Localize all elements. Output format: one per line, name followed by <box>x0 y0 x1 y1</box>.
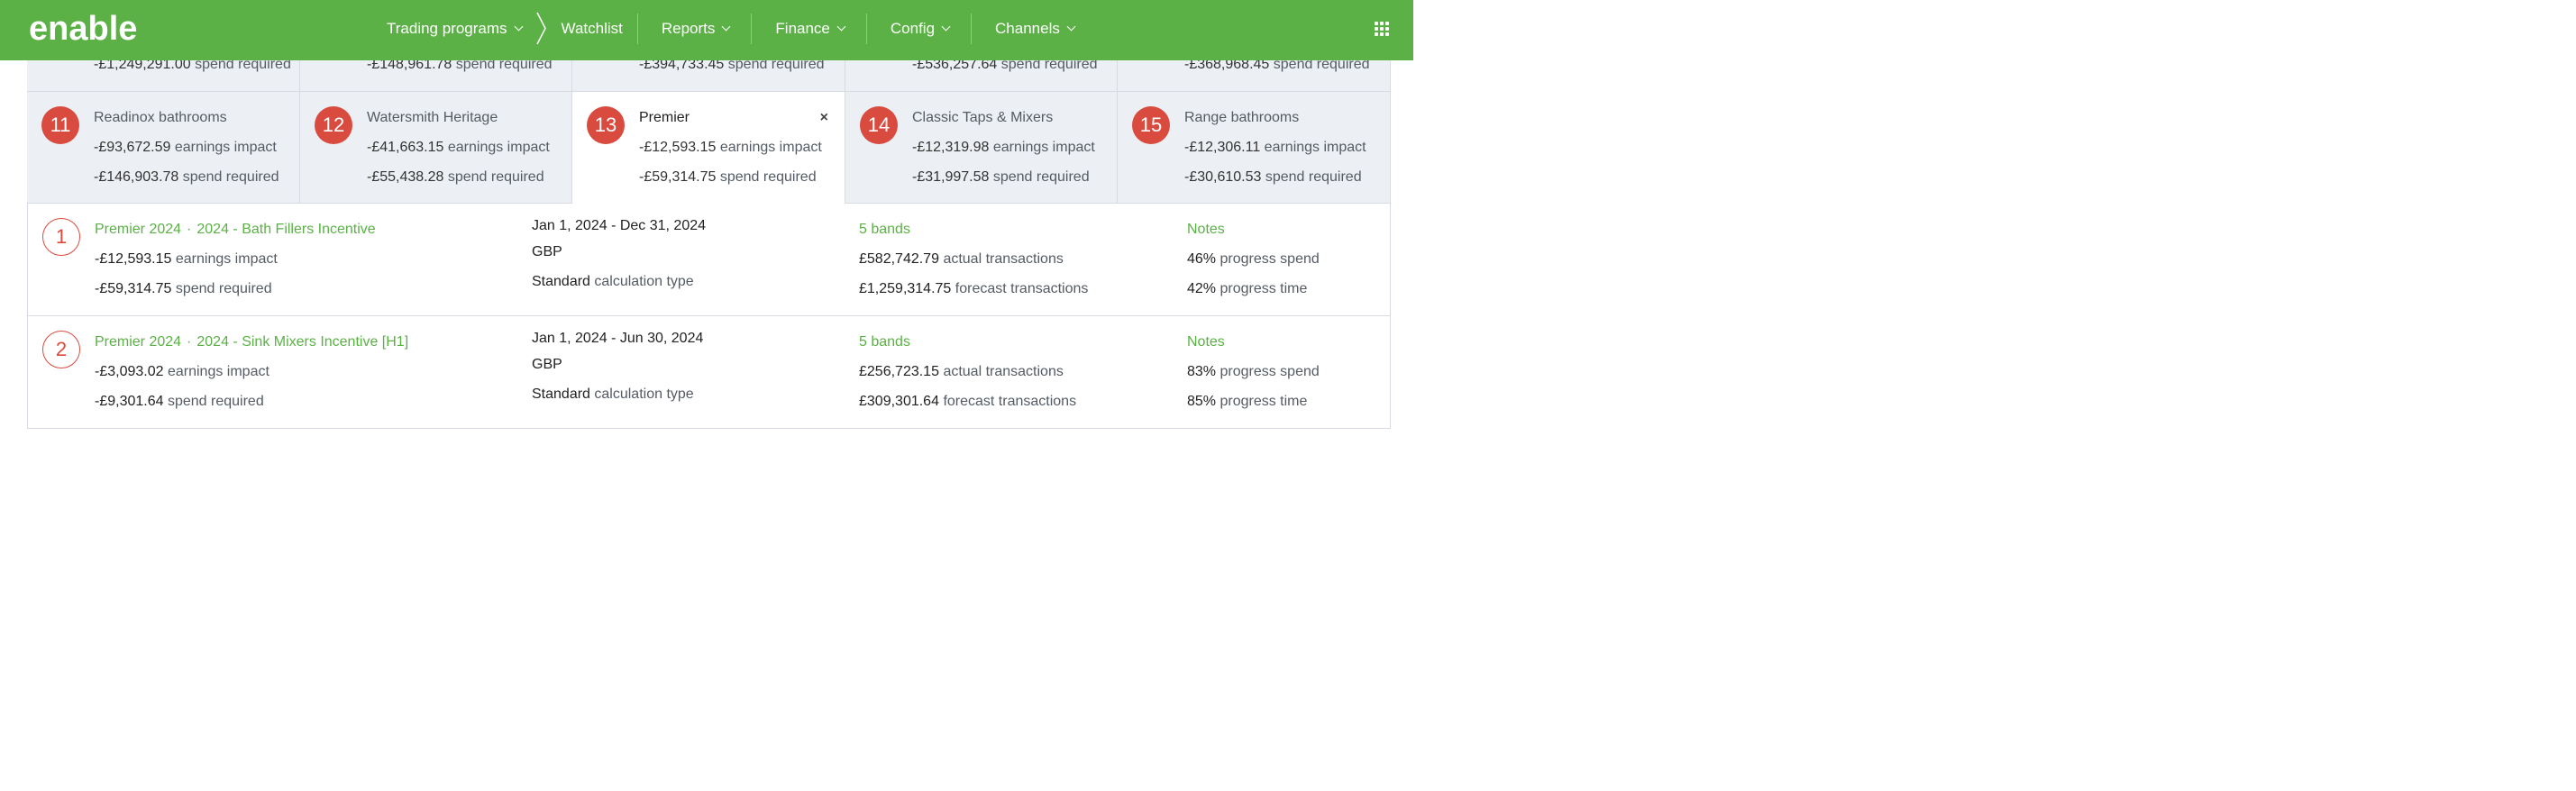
partial-card[interactable]: -£1,249,291.00 spend required <box>27 57 300 91</box>
date-range: Jan 1, 2024 - Dec 31, 2024 <box>532 218 707 233</box>
program-row[interactable]: 2 Premier 2024 · 2024 - Sink Mixers Incent… <box>27 316 1391 429</box>
rank-badge: 15 <box>1132 106 1170 144</box>
program-row[interactable]: 1 Premier 2024 · 2024 - Bath Fillers Incen… <box>27 204 1391 316</box>
nav-config[interactable]: Config <box>867 0 971 57</box>
currency: GBP <box>532 357 562 372</box>
currency: GBP <box>532 244 562 259</box>
supplier-card-range[interactable]: 15 Range bathrooms -£12,306.11 earnings … <box>1118 91 1391 204</box>
enable-logo[interactable]: enable <box>29 12 177 42</box>
incentive-link[interactable]: 2024 - Bath Fillers Incentive <box>196 222 375 237</box>
supplier-card-classic-taps[interactable]: 14 Classic Taps & Mixers -£12,319.98 ear… <box>845 91 1118 204</box>
program-link[interactable]: Premier 2024 <box>95 334 181 350</box>
notes-link[interactable]: Notes <box>1187 222 1225 238</box>
supplier-name: Readinox bathrooms <box>94 110 227 125</box>
program-link[interactable]: Premier 2024 <box>95 222 181 237</box>
supplier-card-watersmith[interactable]: 12 Watersmith Heritage -£41,663.15 earni… <box>300 91 572 204</box>
supplier-name: Range bathrooms <box>1184 110 1300 125</box>
apps-grid-icon[interactable] <box>1375 22 1390 37</box>
incentive-link[interactable]: 2024 - Sink Mixers Incentive [H1] <box>196 334 408 350</box>
rank-badge: 14 <box>860 106 898 144</box>
supplier-name: Premier <box>639 110 690 125</box>
nav-reports[interactable]: Reports <box>638 0 752 57</box>
top-nav-bar: enable Trading programs Watchlist Report… <box>0 0 1413 60</box>
breadcrumb-arrow-icon <box>535 12 546 45</box>
partial-card[interactable]: -£536,257.64 spend required <box>845 57 1118 91</box>
supplier-name: Classic Taps & Mixers <box>912 110 1054 125</box>
supplier-card-readinox[interactable]: 11 Readinox bathrooms -£93,672.59 earnin… <box>27 91 300 204</box>
rank-badge: 11 <box>41 106 79 144</box>
chevron-down-icon <box>1066 22 1076 32</box>
partial-card[interactable]: -£148,961.78 spend required <box>300 57 572 91</box>
row-index-badge: 2 <box>42 331 80 368</box>
main-nav: Trading programs Watchlist Reports Finan… <box>372 0 1096 57</box>
nav-channels[interactable]: Channels <box>972 0 1096 57</box>
supplier-card-premier-selected[interactable]: 13 Premier × -£12,593.15 earnings impact… <box>572 91 845 205</box>
partial-card[interactable]: -£394,733.45 spend required <box>572 57 845 91</box>
notes-link[interactable]: Notes <box>1187 334 1225 350</box>
nav-trading-programs[interactable]: Trading programs <box>372 0 536 57</box>
nav-watchlist[interactable]: Watchlist <box>547 0 637 57</box>
supplier-name: Watersmith Heritage <box>367 110 498 125</box>
chevron-down-icon <box>514 22 523 32</box>
chevron-down-icon <box>836 22 846 32</box>
close-icon[interactable]: × <box>820 110 828 126</box>
nav-finance[interactable]: Finance <box>752 0 865 57</box>
chevron-down-icon <box>721 22 731 32</box>
bands-link[interactable]: 5 bands <box>859 222 910 238</box>
rank-badge: 12 <box>315 106 352 144</box>
bands-link[interactable]: 5 bands <box>859 334 910 350</box>
svg-text:enable: enable <box>29 12 137 42</box>
partial-card[interactable]: -£368,968.45 spend required <box>1118 57 1391 91</box>
chevron-down-icon <box>941 22 951 32</box>
row-index-badge: 1 <box>42 218 80 256</box>
date-range: Jan 1, 2024 - Jun 30, 2024 <box>532 331 704 346</box>
rank-badge: 13 <box>587 106 625 144</box>
